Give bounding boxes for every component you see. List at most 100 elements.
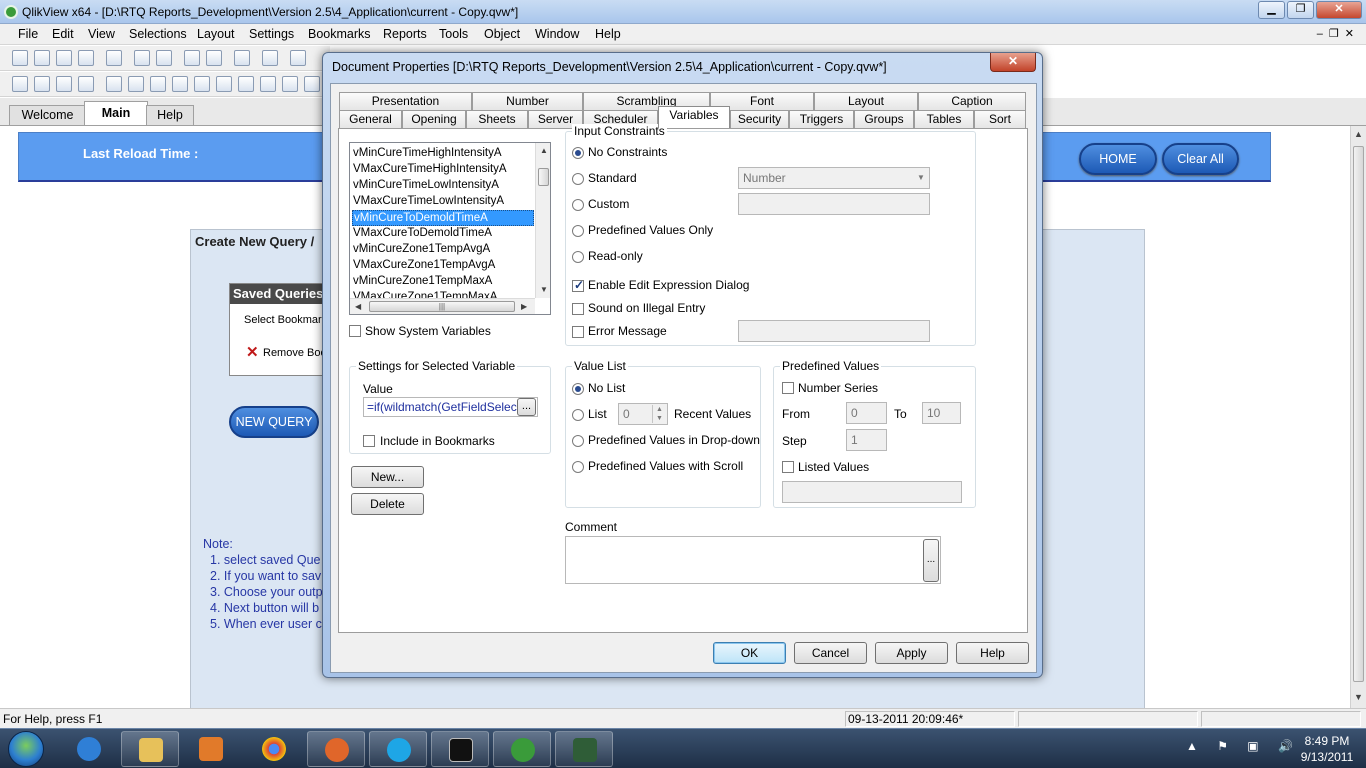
ok-button[interactable]: OK [713,642,786,664]
new-query-button[interactable]: NEW QUERY [229,406,319,438]
value-input[interactable]: =if(wildmatch(GetFieldSelec [363,397,538,417]
variable-item[interactable]: VMaxCureToDemoldTimeA [352,226,534,242]
home-button[interactable]: HOME [1079,143,1157,175]
button-object-icon[interactable] [260,76,276,92]
apply-button[interactable]: Apply [875,642,948,664]
menu-window[interactable]: Window [535,27,579,41]
scroll-up-icon[interactable]: ▲ [540,146,548,155]
sheet-properties-icon[interactable] [78,76,94,92]
system-tray-icons[interactable]: ▲ ⚑ ▣ 🔊 [1186,739,1301,753]
chart-icon[interactable] [290,50,306,66]
checkmark-icon[interactable] [262,50,278,66]
remove-bookmark-link[interactable]: Remove Boo [263,347,327,359]
scroll-left-icon[interactable]: ◀ [355,302,361,311]
menu-edit[interactable]: Edit [52,27,74,41]
variable-item[interactable]: VMaxCureTimeLowIntensityA [352,194,534,210]
media-player-icon[interactable] [182,731,240,767]
predefined-values-only-radio[interactable] [572,225,584,237]
menu-selections[interactable]: Selections [129,27,187,41]
internet-explorer-icon[interactable] [60,731,118,767]
variable-list[interactable]: vMinCureTimeHighIntensityA VMaxCureTimeH… [349,142,551,315]
scroll-up-icon[interactable]: ▲ [1354,129,1363,139]
help-button[interactable]: Help [956,642,1029,664]
multi-box-icon[interactable] [172,76,188,92]
table-box-icon[interactable] [150,76,166,92]
open-folder-icon[interactable] [34,50,50,66]
tab-opening[interactable]: Opening [402,110,466,128]
start-button[interactable] [8,731,44,767]
variable-item-selected[interactable]: vMinCureToDemoldTimeA [352,210,534,226]
menu-tools[interactable]: Tools [439,27,468,41]
variable-item[interactable]: vMinCureZone1TempAvgA [352,242,534,258]
print-icon[interactable] [106,50,122,66]
tab-layout[interactable]: Layout [814,92,918,110]
sheet-vertical-scrollbar[interactable]: ▲ ▼ [1350,126,1366,708]
variable-list-hscrollbar[interactable]: ◀ ||| ▶ [350,298,535,314]
input-box-icon[interactable] [216,76,232,92]
step-input[interactable]: 1 [846,429,887,451]
redo-icon[interactable] [206,50,222,66]
minimize-button[interactable]: ▁ [1258,1,1285,19]
show-system-variables-checkbox[interactable] [349,325,361,337]
menu-bookmarks[interactable]: Bookmarks [308,27,371,41]
from-input[interactable]: 0 [846,402,887,424]
tab-triggers[interactable]: Triggers [789,110,854,128]
menu-view[interactable]: View [88,27,115,41]
list-box-icon[interactable] [106,76,122,92]
file-explorer-icon[interactable] [121,731,179,767]
tab-sort[interactable]: Sort [974,110,1026,128]
taskbar-clock[interactable]: 8:49 PM 9/13/2011 [1296,733,1358,765]
firefox-icon[interactable] [307,731,365,767]
standard-type-select[interactable]: Number [738,167,930,189]
edit-script-icon[interactable] [134,50,150,66]
text-object-icon[interactable] [282,76,298,92]
scrollbar-thumb[interactable] [538,168,549,186]
scroll-down-icon[interactable]: ▼ [1354,692,1363,702]
close-button[interactable]: ✕ [1316,1,1362,19]
line-arrow-icon[interactable] [304,76,320,92]
sound-on-illegal-entry-checkbox[interactable] [572,303,584,315]
statistics-box-icon[interactable] [128,76,144,92]
reload-script-icon[interactable] [156,50,172,66]
current-selections-icon[interactable] [238,76,254,92]
chrome-icon[interactable] [245,731,303,767]
custom-input[interactable] [738,193,930,215]
tab-sheets[interactable]: Sheets [466,110,528,128]
listed-values-checkbox[interactable] [782,461,794,473]
variable-item[interactable]: VMaxCureTimeHighIntensityA [352,162,534,178]
variable-list-vscrollbar[interactable]: ▲ ▼ [535,143,550,298]
tab-security[interactable]: Security [730,110,789,128]
no-constraints-radio[interactable] [572,147,584,159]
stepper-arrows-icon[interactable]: ▲ ▼ [652,405,666,423]
tab-number[interactable]: Number [472,92,583,110]
undo-icon[interactable] [184,50,200,66]
variable-item[interactable]: vMinCureZone1TempMaxA [352,274,534,290]
listed-values-input[interactable] [782,481,962,503]
number-series-checkbox[interactable] [782,382,794,394]
tab-caption[interactable]: Caption [918,92,1026,110]
scrollbar-thumb[interactable]: ||| [369,301,515,312]
new-sheet-icon[interactable] [12,76,28,92]
select-bookmark-link[interactable]: Select Bookmark [244,314,327,326]
menu-file[interactable]: File [18,27,38,41]
standard-radio[interactable] [572,173,584,185]
maximize-button[interactable]: ❐ [1287,1,1314,19]
menu-reports[interactable]: Reports [383,27,427,41]
tab-main[interactable]: Main [84,101,148,125]
tab-variables[interactable]: Variables [658,106,730,128]
predefined-scroll-radio[interactable] [572,461,584,473]
menu-settings[interactable]: Settings [249,27,294,41]
clear-all-button[interactable]: Clear All [1162,143,1239,175]
qlikview-taskbar-icon[interactable] [493,731,551,767]
enable-edit-expression-checkbox[interactable] [572,278,584,292]
comment-ellipsis-button[interactable]: ... [923,539,939,582]
chevron-down-icon[interactable]: ▼ [917,173,925,182]
scrollbar-thumb[interactable] [1353,146,1364,682]
tab-groups[interactable]: Groups [854,110,914,128]
chart-object-icon[interactable] [194,76,210,92]
menu-help[interactable]: Help [595,27,621,41]
task-manager-icon[interactable] [555,731,613,767]
new-variable-button[interactable]: New... [351,466,424,488]
include-in-bookmarks-checkbox[interactable] [363,435,375,447]
search-icon[interactable] [234,50,250,66]
